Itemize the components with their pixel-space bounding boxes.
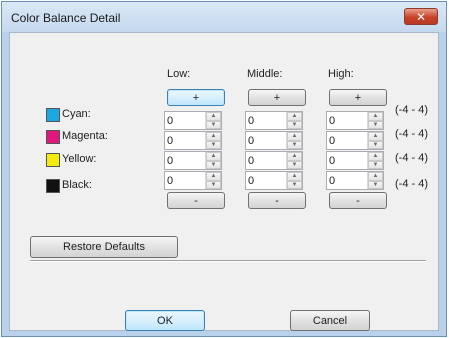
cyan-label: Cyan: [62,108,91,120]
ok-button[interactable]: OK [125,310,205,331]
cancel-button[interactable]: Cancel [290,310,370,331]
spin-down-icon[interactable]: ▼ [206,180,221,189]
magenta-range: (-4 - 4) [395,128,428,140]
magenta-low-input[interactable] [165,132,205,149]
spin-down-icon[interactable]: ▼ [206,120,221,129]
black-middle-input[interactable] [246,172,286,189]
spin-down-icon[interactable]: ▼ [287,160,302,169]
spin-up-icon[interactable]: ▲ [368,132,383,141]
yellow-range: (-4 - 4) [395,152,428,164]
spin-up-icon[interactable]: ▲ [206,112,221,121]
high-increase-button[interactable]: + [329,89,387,106]
divider [30,260,426,262]
spin-up-icon[interactable]: ▲ [368,152,383,161]
black-low-stepper[interactable]: ▲▼ [164,171,222,190]
column-header-low: Low: [167,68,191,80]
color-balance-dialog: Color Balance Detail ✕ Low: Middle: High… [1,1,447,337]
spin-up-icon[interactable]: ▲ [368,112,383,121]
dialog-title: Color Balance Detail [11,11,121,25]
magenta-middle-stepper[interactable]: ▲▼ [245,131,303,150]
high-decrease-button[interactable]: - [329,192,387,209]
spin-up-icon[interactable]: ▲ [287,132,302,141]
cyan-middle-input[interactable] [246,112,286,129]
yellow-label: Yellow: [62,153,97,165]
spin-down-icon[interactable]: ▼ [287,140,302,149]
spin-down-icon[interactable]: ▼ [368,160,383,169]
column-header-middle: Middle: [247,68,283,80]
black-middle-stepper[interactable]: ▲▼ [245,171,303,190]
low-decrease-button[interactable]: - [167,192,225,209]
spin-up-icon[interactable]: ▲ [206,152,221,161]
spin-down-icon[interactable]: ▼ [368,140,383,149]
title-bar: Color Balance Detail ✕ [2,2,446,32]
close-icon: ✕ [415,9,427,24]
spin-up-icon[interactable]: ▲ [206,172,221,181]
cyan-range: (-4 - 4) [395,104,428,116]
column-header-high: High: [328,68,354,80]
spin-down-icon[interactable]: ▼ [206,160,221,169]
low-increase-button[interactable]: + [167,89,225,106]
black-range: (-4 - 4) [395,178,428,190]
close-button[interactable]: ✕ [404,8,438,25]
cyan-low-stepper[interactable]: ▲▼ [164,111,222,130]
spin-up-icon[interactable]: ▲ [287,152,302,161]
black-high-stepper[interactable]: ▲▼ [326,171,384,190]
yellow-swatch [46,153,60,167]
cyan-swatch [46,108,60,122]
yellow-high-input[interactable] [327,152,367,169]
spin-up-icon[interactable]: ▲ [287,112,302,121]
black-swatch [46,179,60,193]
magenta-middle-input[interactable] [246,132,286,149]
black-high-input[interactable] [327,172,367,189]
magenta-high-input[interactable] [327,132,367,149]
spin-down-icon[interactable]: ▼ [368,180,383,189]
magenta-low-stepper[interactable]: ▲▼ [164,131,222,150]
cyan-high-stepper[interactable]: ▲▼ [326,111,384,130]
magenta-swatch [46,130,60,144]
spin-down-icon[interactable]: ▼ [287,120,302,129]
spin-down-icon[interactable]: ▼ [206,140,221,149]
magenta-label: Magenta: [62,130,108,142]
black-low-input[interactable] [165,172,205,189]
spin-up-icon[interactable]: ▲ [287,172,302,181]
yellow-low-input[interactable] [165,152,205,169]
black-label: Black: [62,179,92,191]
cyan-low-input[interactable] [165,112,205,129]
spin-up-icon[interactable]: ▲ [206,132,221,141]
magenta-high-stepper[interactable]: ▲▼ [326,131,384,150]
yellow-middle-input[interactable] [246,152,286,169]
yellow-high-stepper[interactable]: ▲▼ [326,151,384,170]
cyan-middle-stepper[interactable]: ▲▼ [245,111,303,130]
dialog-body: Low: Middle: High: + + + Cyan: ▲▼ ▲▼ ▲▼ … [9,32,439,331]
spin-up-icon[interactable]: ▲ [368,172,383,181]
spin-down-icon[interactable]: ▼ [368,120,383,129]
cyan-high-input[interactable] [327,112,367,129]
yellow-middle-stepper[interactable]: ▲▼ [245,151,303,170]
yellow-low-stepper[interactable]: ▲▼ [164,151,222,170]
middle-decrease-button[interactable]: - [248,192,306,209]
restore-defaults-button[interactable]: Restore Defaults [30,236,178,258]
middle-increase-button[interactable]: + [248,89,306,106]
spin-down-icon[interactable]: ▼ [287,180,302,189]
